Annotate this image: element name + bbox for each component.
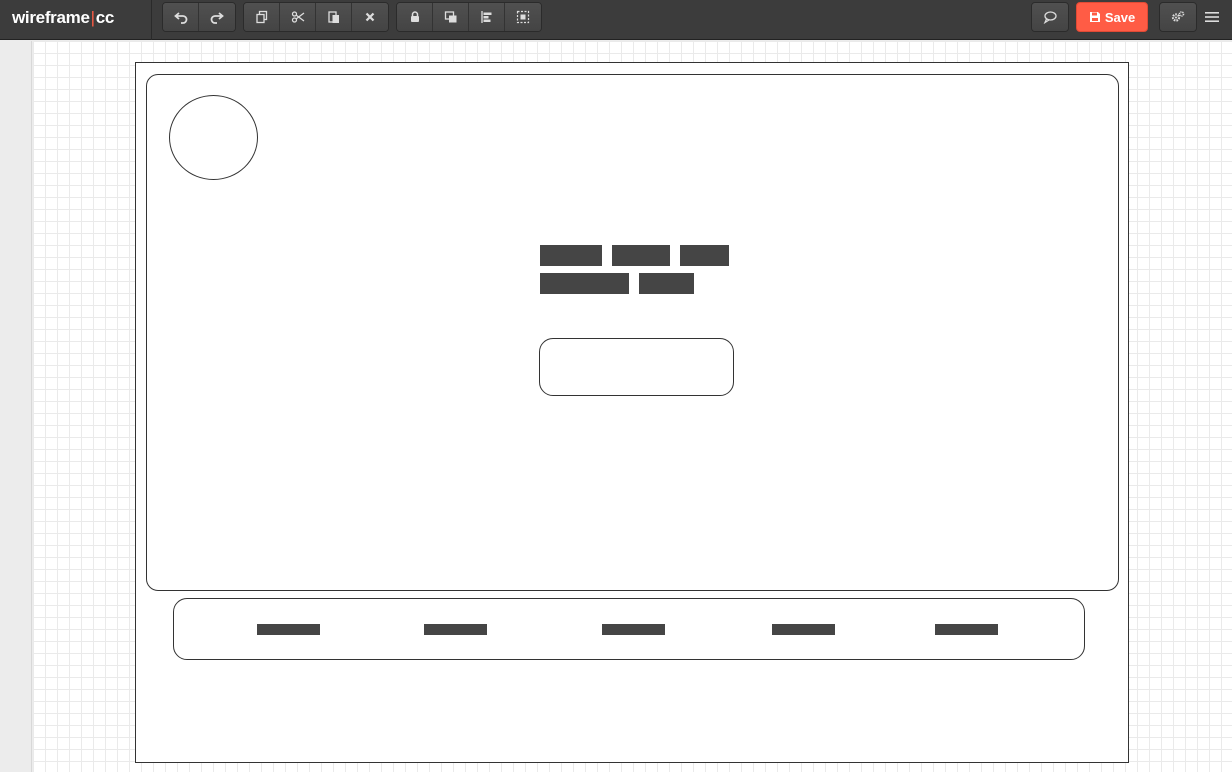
settings-button-group xyxy=(1159,2,1197,32)
wireframe-text-block[interactable] xyxy=(639,273,694,294)
comment-button[interactable] xyxy=(1032,3,1068,31)
top-toolbar: wireframe|cc Save xyxy=(0,0,1232,40)
floppy-disk-icon xyxy=(1089,12,1100,22)
wireframe-logo-circle[interactable] xyxy=(169,95,258,180)
wireframe-nav-item[interactable] xyxy=(602,624,665,635)
undo-button[interactable] xyxy=(163,3,199,31)
redo-icon xyxy=(210,12,224,24)
wireframe-text-block[interactable] xyxy=(540,273,629,294)
left-gutter xyxy=(0,41,32,772)
comment-icon xyxy=(1043,11,1057,24)
save-label: Save xyxy=(1104,9,1136,25)
cut-button[interactable] xyxy=(280,3,316,31)
hamburger-menu-icon xyxy=(1205,12,1219,22)
group-icon xyxy=(516,10,530,24)
app-logo[interactable]: wireframe|cc xyxy=(12,8,114,28)
redo-button[interactable] xyxy=(199,3,235,31)
wireframe-text-block[interactable] xyxy=(540,245,602,266)
logo-divider xyxy=(151,0,152,40)
logo-text-wireframe: wireframe xyxy=(12,8,90,27)
edit-button-group xyxy=(243,2,389,32)
main-menu-button[interactable] xyxy=(1202,8,1222,26)
wireframe-text-block[interactable] xyxy=(680,245,729,266)
wireframe-cta-button[interactable] xyxy=(539,338,734,396)
copy-icon xyxy=(255,10,267,24)
wireframe-nav-item[interactable] xyxy=(935,624,998,635)
logo-text-cc: cc xyxy=(95,8,115,27)
settings-button[interactable] xyxy=(1160,3,1196,31)
bring-to-front-button[interactable] xyxy=(433,3,469,31)
delete-icon xyxy=(365,12,375,22)
save-button[interactable]: Save xyxy=(1076,2,1148,32)
undo-icon xyxy=(173,12,187,24)
wireframe-nav-item[interactable] xyxy=(257,624,320,635)
history-button-group xyxy=(162,2,236,32)
bring-to-front-icon xyxy=(444,11,456,23)
group-button[interactable] xyxy=(505,3,541,31)
logo-separator: | xyxy=(90,8,95,27)
copy-button[interactable] xyxy=(244,3,280,31)
wireframe-hero-container[interactable] xyxy=(146,74,1119,591)
wireframe-nav-item[interactable] xyxy=(424,624,487,635)
delete-button[interactable] xyxy=(352,3,388,31)
align-icon xyxy=(480,11,491,23)
lock-button[interactable] xyxy=(397,3,433,31)
paste-icon xyxy=(327,11,339,23)
comment-button-group xyxy=(1031,2,1069,32)
settings-icon xyxy=(1171,11,1185,22)
align-button[interactable] xyxy=(469,3,505,31)
arrange-button-group xyxy=(396,2,542,32)
wireframe-nav-item[interactable] xyxy=(772,624,835,635)
lock-icon xyxy=(410,11,419,22)
wireframe-text-block[interactable] xyxy=(612,245,670,266)
paste-button[interactable] xyxy=(316,3,352,31)
cut-icon xyxy=(291,11,304,23)
